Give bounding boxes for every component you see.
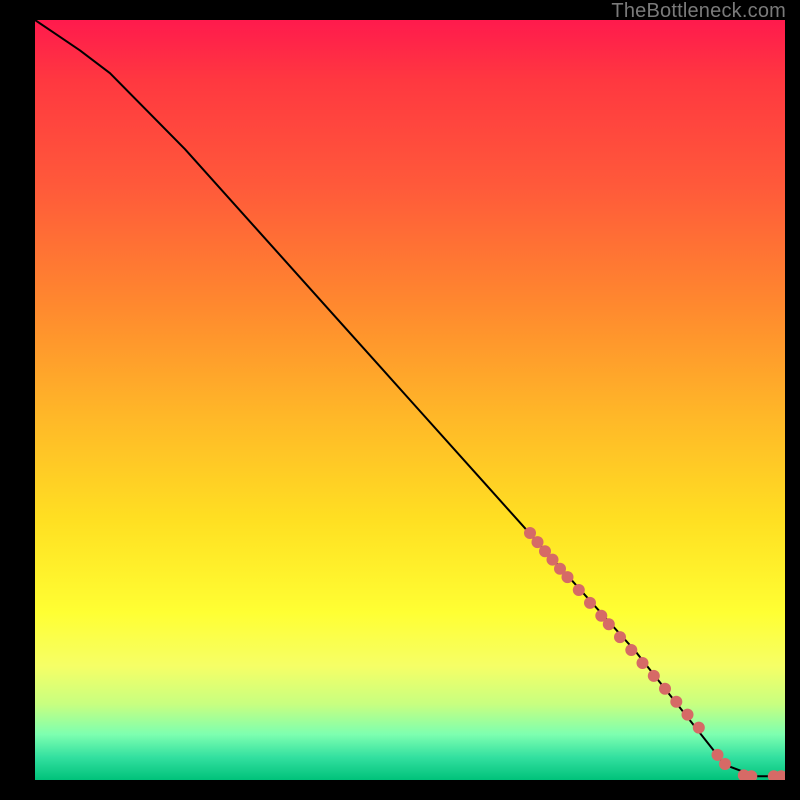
attribution-text: TheBottleneck.com — [611, 0, 786, 23]
sample-dot — [745, 770, 757, 780]
sample-dots — [524, 527, 785, 780]
sample-dot — [693, 722, 705, 734]
sample-dot — [670, 696, 682, 708]
sample-dot — [659, 683, 671, 695]
sample-dot — [719, 758, 731, 770]
sample-dot — [547, 554, 559, 566]
sample-dot — [712, 749, 724, 761]
sample-dot — [768, 770, 780, 780]
sample-dot — [532, 536, 544, 548]
chart-stage: TheBottleneck.com — [0, 0, 800, 800]
sample-dot — [738, 769, 750, 780]
sample-dot — [595, 610, 607, 622]
curve-layer — [35, 20, 785, 780]
sample-dot — [524, 527, 536, 539]
sample-dot — [603, 618, 615, 630]
sample-dot — [614, 631, 626, 643]
bottleneck-curve — [35, 20, 785, 776]
plot-area — [35, 20, 785, 780]
sample-dot — [682, 709, 694, 721]
sample-dot — [554, 563, 566, 575]
sample-dot — [775, 770, 785, 780]
sample-dot — [573, 584, 585, 596]
sample-dot — [584, 597, 596, 609]
sample-dot — [625, 644, 637, 656]
sample-dot — [637, 657, 649, 669]
sample-dot — [539, 545, 551, 557]
sample-dot — [648, 670, 660, 682]
sample-dot — [562, 571, 574, 583]
